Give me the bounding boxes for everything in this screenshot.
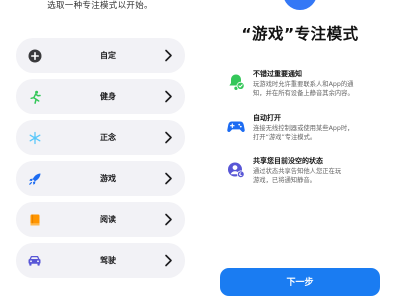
focus-option-reading[interactable]: 阅读	[16, 202, 185, 237]
feature-title: 共享您目前没空的状态	[253, 157, 323, 165]
chevron-right-icon	[165, 49, 172, 62]
book-icon	[26, 211, 43, 228]
chevron-right-icon	[165, 90, 172, 103]
plus-circle-icon	[26, 47, 43, 64]
focus-option-label: 阅读	[100, 215, 116, 224]
focus-option-gaming[interactable]: 游戏	[16, 161, 185, 196]
car-icon	[26, 252, 43, 269]
page-title: “游戏”专注模式	[241, 25, 359, 43]
chevron-right-icon	[165, 213, 172, 226]
snowflake-icon	[26, 129, 43, 146]
focus-mode-list-screen: 选取一种专注模式以开始。 自定 健身 正念 游戏 阅读 驾驶	[0, 0, 200, 300]
focus-option-driving[interactable]: 驾驶	[16, 243, 185, 278]
chevron-right-icon	[165, 172, 172, 185]
feature-body-line: 打开“游戏”专注模式。	[253, 134, 317, 141]
focus-option-label: 健身	[100, 92, 116, 101]
gamepad-icon	[226, 116, 246, 136]
feature-body-line: 知，并在所有设备上静音其余内容。	[253, 90, 354, 97]
feature-title: 不错过重要通知	[253, 70, 302, 78]
focus-option-label: 驾驶	[100, 256, 116, 265]
feature-title: 自动打开	[253, 114, 281, 122]
focus-option-fitness[interactable]: 健身	[16, 79, 185, 114]
focus-option-label: 游戏	[100, 174, 116, 183]
status-share-icon	[226, 160, 246, 180]
chevron-right-icon	[165, 254, 172, 267]
gaming-focus-intro-screen: “游戏”专注模式 不错过重要通知 玩游戏时允许重要联系人和App的通 知，并在所…	[200, 0, 400, 300]
next-button[interactable]: 下一步	[220, 268, 380, 296]
focus-option-custom[interactable]: 自定	[16, 38, 185, 73]
focus-list-subtitle: 选取一种专注模式以开始。	[47, 1, 153, 11]
rocket-icon	[26, 170, 43, 187]
focus-option-mindfulness[interactable]: 正念	[16, 120, 185, 155]
running-figure-icon	[26, 88, 43, 105]
feature-body-line: 游戏，已将通知静音。	[253, 177, 316, 184]
gaming-focus-badge-icon	[283, 0, 317, 10]
focus-option-label: 自定	[100, 51, 116, 60]
focus-option-label: 正念	[100, 133, 116, 142]
chevron-right-icon	[165, 131, 172, 144]
bell-check-icon	[226, 72, 246, 92]
